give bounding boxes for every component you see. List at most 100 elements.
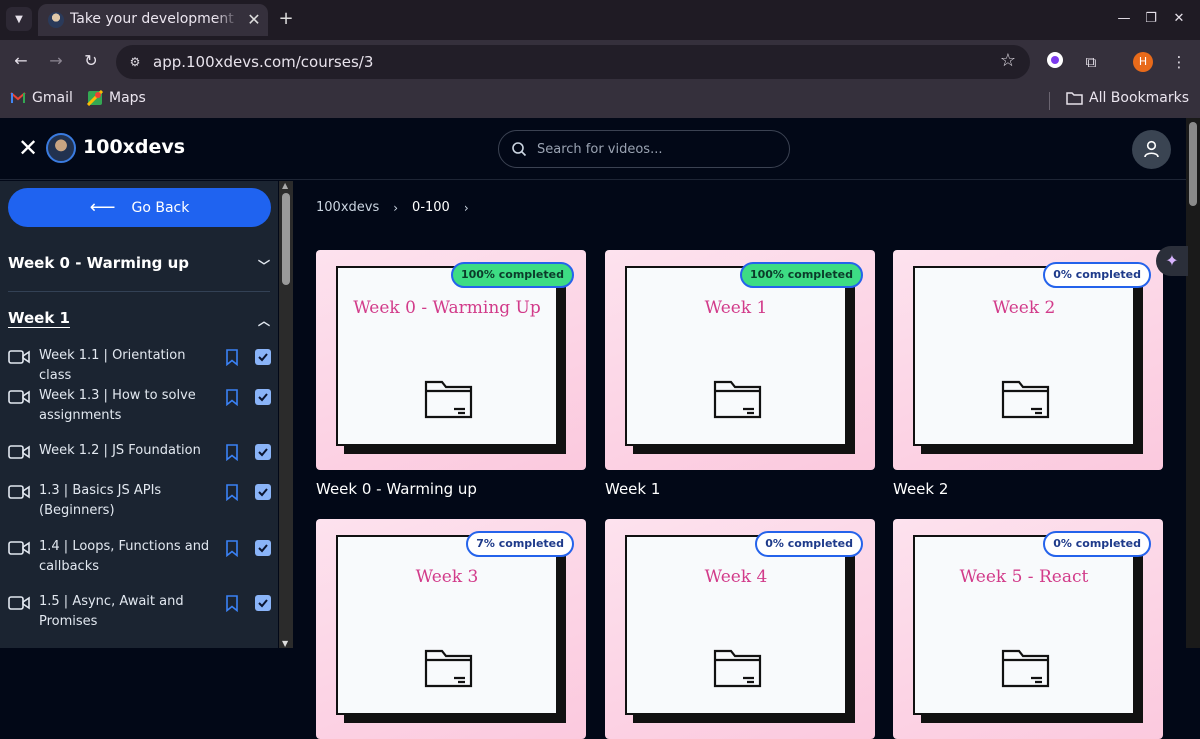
course-card[interactable]: Week 3 7% completed <box>316 519 586 739</box>
chevron-down-icon: ﹀ <box>257 259 270 273</box>
chevron-up-icon: ︿ <box>257 314 270 328</box>
card-title: Week 5 - React <box>959 567 1089 587</box>
restore-icon[interactable]: ❐ <box>1140 8 1162 30</box>
check-icon <box>258 448 268 457</box>
week-1-accordion[interactable]: Week 1 ︿ <box>8 309 270 337</box>
completed-checkbox[interactable] <box>255 349 271 365</box>
sidebar-scrollbar[interactable]: ▲ ▼ <box>279 181 293 648</box>
kebab-menu-icon[interactable]: ⋮ <box>1168 51 1190 73</box>
divider <box>8 291 270 292</box>
card-title: Week 3 <box>415 567 479 587</box>
window-close-icon[interactable]: ✕ <box>1168 8 1190 30</box>
completed-checkbox[interactable] <box>255 444 271 460</box>
lesson-title: Week 1.2 | JS Foundation <box>39 443 201 458</box>
week-0-accordion[interactable]: Week 0 - Warming up ﹀ <box>8 254 270 282</box>
folder-icon <box>713 649 762 688</box>
forward-arrow-icon[interactable]: → <box>45 50 67 72</box>
card-caption[interactable]: Week 2 <box>893 480 948 498</box>
bookmark-maps[interactable]: Maps <box>87 90 146 106</box>
check-icon <box>258 393 268 402</box>
url-text[interactable]: app.100xdevs.com/courses/3 <box>153 53 373 71</box>
video-camera-icon <box>8 485 30 499</box>
all-bookmarks-button[interactable]: All Bookmarks <box>1066 90 1189 106</box>
close-sidebar-icon[interactable]: ✕ <box>16 135 40 161</box>
video-camera-icon <box>8 350 30 364</box>
extension-icon[interactable] <box>1044 51 1066 73</box>
brand-name[interactable]: 100xdevs <box>83 136 185 158</box>
folder-icon <box>1001 380 1050 419</box>
week-label: Week 1 <box>8 309 70 327</box>
scroll-down-arrow-icon[interactable]: ▼ <box>282 639 288 648</box>
go-back-button[interactable]: ⟵ Go Back <box>8 188 271 227</box>
video-camera-icon <box>8 445 30 459</box>
video-camera-icon <box>8 541 30 555</box>
puzzle-extensions-icon[interactable]: ⧉ <box>1080 51 1102 73</box>
bookmark-icon[interactable] <box>225 389 239 406</box>
scroll-up-arrow-icon[interactable]: ▲ <box>282 181 288 190</box>
browser-tab-active[interactable]: Take your development s ✕ <box>38 4 268 36</box>
video-camera-icon <box>8 596 30 610</box>
completed-checkbox[interactable] <box>255 595 271 611</box>
bookmark-star-icon[interactable]: ☆ <box>998 51 1018 71</box>
folder-icon <box>713 380 762 419</box>
folder-icon <box>1066 92 1083 105</box>
sparkle-assistant-icon[interactable]: ✦ <box>1156 246 1188 276</box>
tab-search-button[interactable]: ▼ <box>6 7 32 31</box>
minimize-icon[interactable]: — <box>1113 8 1135 30</box>
chevron-right-icon: › <box>393 200 399 215</box>
arrow-left-icon: ⟵ <box>89 197 116 218</box>
week-label: Week 0 - Warming up <box>8 254 190 272</box>
progress-badge: 0% completed <box>755 531 863 557</box>
tab-close-icon[interactable]: ✕ <box>244 10 264 30</box>
profile-avatar[interactable]: H <box>1133 52 1153 72</box>
site-info-icon[interactable]: ⚙ <box>126 53 144 71</box>
bookmark-icon[interactable] <box>225 595 239 612</box>
browser-toolbar: ← → ↻ ⚙ app.100xdevs.com/courses/3 ☆ ⧉ H… <box>0 40 1200 84</box>
gmail-icon <box>10 92 26 103</box>
search-input[interactable] <box>537 139 777 159</box>
breadcrumb-item-root[interactable]: 100xdevs <box>316 200 379 215</box>
course-card[interactable]: Week 5 - React 0% completed <box>893 519 1163 739</box>
bookmark-icon[interactable] <box>225 484 239 501</box>
back-arrow-icon[interactable]: ← <box>10 50 32 72</box>
app-header: ✕ 100xdevs <box>0 118 1186 180</box>
completed-checkbox[interactable] <box>255 389 271 405</box>
bookmark-icon[interactable] <box>225 349 239 366</box>
address-bar[interactable]: ⚙ app.100xdevs.com/courses/3 ☆ <box>116 45 1030 79</box>
search-box[interactable] <box>498 130 790 168</box>
bookmark-icon[interactable] <box>225 444 239 461</box>
course-card[interactable]: Week 1 100% completed <box>605 250 875 470</box>
all-bookmarks-label: All Bookmarks <box>1089 90 1190 106</box>
page-scroll-thumb[interactable] <box>1189 122 1197 206</box>
tab-title: Take your development s <box>70 11 240 27</box>
bookmark-gmail[interactable]: Gmail <box>10 90 73 106</box>
tab-favicon-icon <box>48 12 64 28</box>
check-icon <box>258 353 268 362</box>
reload-icon[interactable]: ↻ <box>80 50 102 72</box>
card-thumbnail: Week 4 <box>625 535 847 715</box>
breadcrumb: 100xdevs › 0-100 › <box>316 200 483 215</box>
card-caption[interactable]: Week 0 - Warming up <box>316 480 477 498</box>
new-tab-button[interactable]: + <box>276 8 296 30</box>
page-scrollbar[interactable] <box>1186 118 1200 648</box>
video-camera-icon <box>8 390 30 404</box>
go-back-label: Go Back <box>131 199 190 216</box>
course-card[interactable]: Week 4 0% completed <box>605 519 875 739</box>
sidebar-scroll-thumb[interactable] <box>282 193 290 285</box>
card-caption[interactable]: Week 1 <box>605 480 660 498</box>
user-menu-button[interactable] <box>1132 130 1171 169</box>
course-card[interactable]: Week 0 - Warming Up 100% completed <box>316 250 586 470</box>
card-title: Week 0 - Warming Up <box>353 298 541 318</box>
card-title: Week 4 <box>704 567 768 587</box>
lesson-title: Week 1.1 | Orientation class <box>39 348 186 383</box>
card-title: Week 1 <box>704 298 768 318</box>
brand-logo[interactable] <box>46 133 76 163</box>
course-card[interactable]: Week 2 0% completed <box>893 250 1163 470</box>
progress-badge: 7% completed <box>466 531 574 557</box>
completed-checkbox[interactable] <box>255 540 271 556</box>
bookmarks-bar: Gmail Maps All Bookmarks <box>0 84 1200 118</box>
breadcrumb-item-current[interactable]: 0-100 <box>412 200 450 215</box>
browser-tab-bar: ▼ Take your development s ✕ + — ❐ ✕ <box>0 0 1200 40</box>
bookmark-icon[interactable] <box>225 540 239 557</box>
completed-checkbox[interactable] <box>255 484 271 500</box>
